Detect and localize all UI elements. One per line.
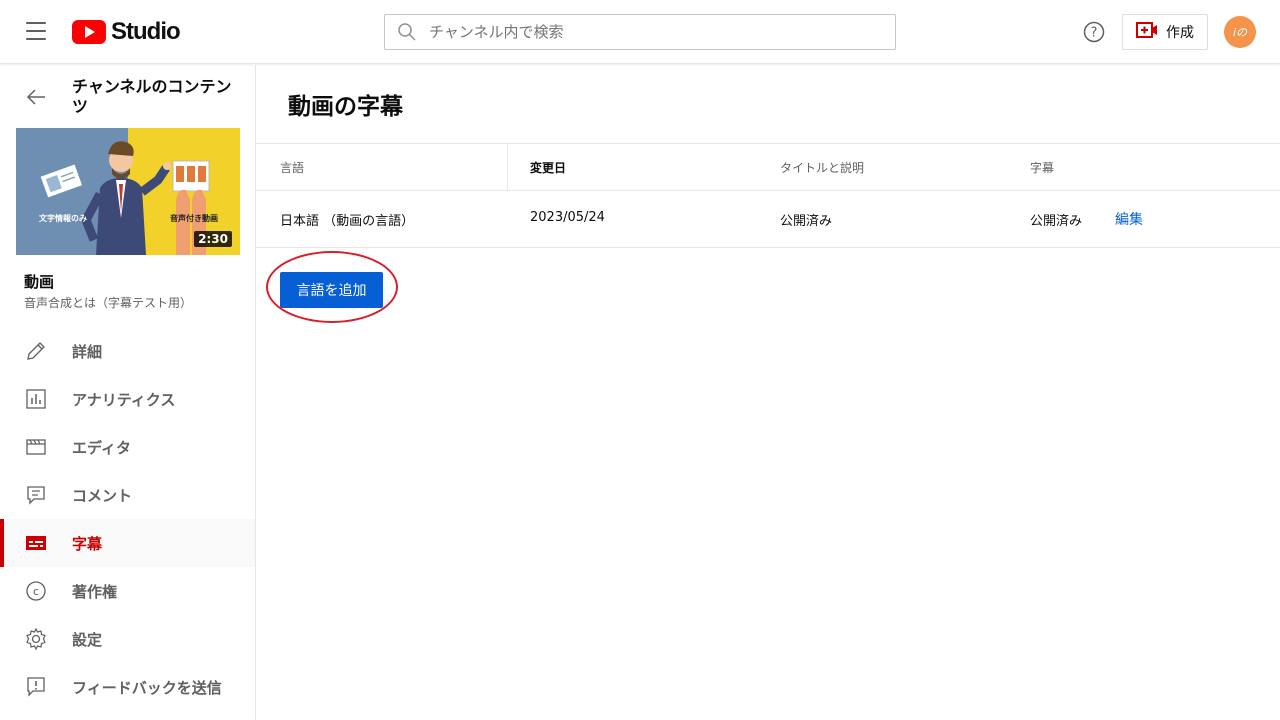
video-subtitle: 音声合成とは（字幕テスト用）: [24, 296, 193, 310]
sidebar-item-label: 字幕: [72, 534, 103, 553]
thumbnail-caption-right: 音声付き動画: [170, 214, 218, 223]
sidebar-item-feedback[interactable]: フィードバックを送信: [0, 663, 255, 711]
thumbnail-caption-left: 文字情報のみ: [39, 214, 87, 223]
top-bar: Studio ? 作成 iの: [0, 0, 1280, 64]
column-header-modified[interactable]: 変更日: [530, 159, 566, 176]
create-video-icon: [1136, 21, 1158, 43]
table-row: 日本語 （動画の言語） 2023/05/24 公開済み 公開済み 編集: [256, 191, 1280, 248]
svg-text:?: ?: [1091, 26, 1098, 41]
channel-content-title[interactable]: チャンネルのコンテンツ: [72, 77, 232, 117]
video-title: 動画: [24, 273, 55, 291]
sidebar-item-comments[interactable]: コメント: [0, 471, 255, 519]
subtitles-icon: [24, 531, 48, 555]
create-button[interactable]: 作成: [1122, 14, 1208, 50]
subtitles-table: 言語 変更日 タイトルと説明 字幕 日本語 （動画の言語） 2023/05/24…: [256, 143, 1280, 248]
sidebar-item-settings[interactable]: 設定: [0, 615, 255, 663]
column-header-subtitles: 字幕: [1030, 161, 1055, 175]
table-header: 言語 変更日 タイトルと説明 字幕: [256, 143, 1280, 191]
column-divider: [507, 144, 508, 191]
studio-logo[interactable]: Studio: [72, 18, 181, 46]
sidebar-item-label: 設定: [72, 630, 103, 649]
column-header-language[interactable]: 言語: [280, 159, 304, 176]
sidebar-item-label: エディタ: [72, 438, 131, 457]
create-label: 作成: [1166, 25, 1194, 41]
comment-icon: [24, 483, 48, 507]
sidebar-item-label: アナリティクス: [72, 390, 176, 409]
copyright-icon: c: [24, 579, 48, 603]
search-input[interactable]: [429, 23, 849, 41]
sidebar-nav: 詳細 アナリティクス エディタ コメント 字幕 c 著作権 設定 フィードバック: [0, 327, 255, 711]
sidebar-item-editor[interactable]: エディタ: [0, 423, 255, 471]
language-cell: 日本語 （動画の言語）: [280, 214, 415, 229]
add-language-button[interactable]: 言語を追加: [280, 272, 383, 308]
youtube-play-icon: [72, 20, 106, 44]
sidebar: チャンネルのコンテンツ 文字情報のみ 音声付き動画 2:30 動画 音声合成とは…: [0, 65, 256, 720]
gear-icon: [24, 627, 48, 651]
edit-subtitles-link[interactable]: 編集: [1115, 209, 1143, 229]
editor-icon: [24, 435, 48, 459]
column-header-title-description: タイトルと説明: [780, 161, 865, 175]
video-thumbnail[interactable]: 文字情報のみ 音声付き動画 2:30: [16, 128, 240, 255]
menu-icon[interactable]: [24, 22, 48, 42]
main-content: 動画の字幕 言語 変更日 タイトルと説明 字幕 日本語 （動画の言語） 2023…: [256, 65, 1280, 720]
sidebar-item-label: 著作権: [72, 582, 118, 601]
logo-text: Studio: [111, 18, 181, 45]
video-duration: 2:30: [194, 231, 232, 247]
subtitles-status: 公開済み: [1030, 214, 1083, 229]
search-icon: [385, 22, 429, 42]
search-box[interactable]: [384, 14, 896, 50]
sidebar-item-details[interactable]: 詳細: [0, 327, 255, 375]
feedback-icon: [24, 675, 48, 699]
pencil-icon: [24, 339, 48, 363]
avatar[interactable]: iの: [1224, 16, 1256, 48]
page-title: 動画の字幕: [288, 94, 403, 120]
svg-text:c: c: [33, 585, 39, 598]
sidebar-item-label: 詳細: [72, 342, 103, 361]
title-description-status[interactable]: 公開済み: [780, 210, 832, 229]
sidebar-item-analytics[interactable]: アナリティクス: [0, 375, 255, 423]
analytics-icon: [24, 387, 48, 411]
sidebar-item-label: フィードバックを送信: [72, 678, 222, 697]
sidebar-item-copyright[interactable]: c 著作権: [0, 567, 255, 615]
back-arrow-icon[interactable]: [24, 85, 48, 109]
modified-date-cell: 2023/05/24: [530, 210, 605, 225]
sidebar-item-subtitles[interactable]: 字幕: [0, 519, 255, 567]
sidebar-item-label: コメント: [72, 486, 133, 505]
help-icon[interactable]: ?: [1082, 20, 1106, 44]
